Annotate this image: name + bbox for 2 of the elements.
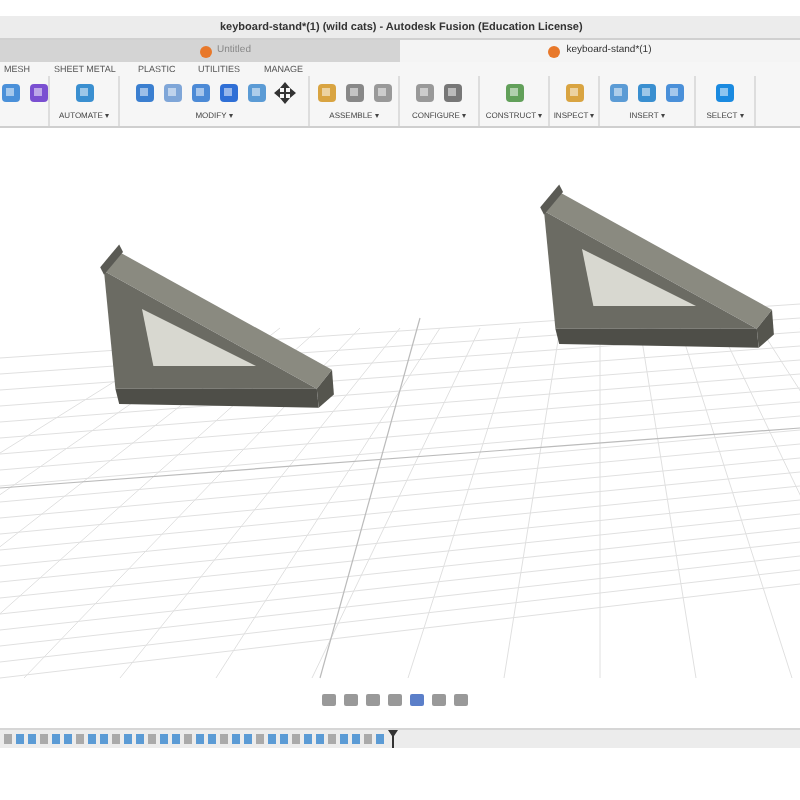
timeline-marker-icon[interactable]	[388, 730, 398, 748]
move-icon[interactable]	[273, 82, 295, 104]
